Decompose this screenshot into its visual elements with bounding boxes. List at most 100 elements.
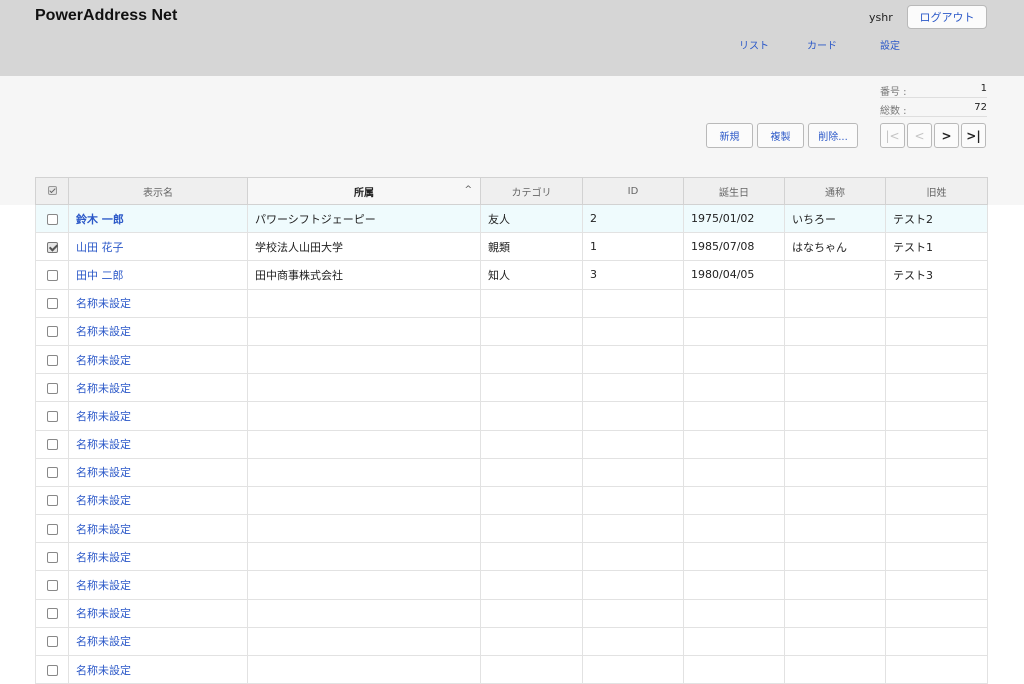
duplicate-button[interactable]: 複製 (757, 123, 804, 148)
column-header-former-surname[interactable]: 旧姓 (885, 177, 988, 205)
cell-former-surname (885, 514, 988, 544)
row-checkbox[interactable] (46, 213, 58, 225)
table-row[interactable]: 名称未設定 (35, 344, 988, 375)
row-checkbox[interactable] (46, 269, 58, 281)
cell-display-name: 名称未設定 (68, 344, 248, 375)
cell-nickname (784, 260, 886, 290)
row-checkbox[interactable] (46, 551, 58, 563)
table-row[interactable]: 名称未設定 (35, 429, 988, 459)
column-header-category[interactable]: カテゴリ (480, 177, 583, 205)
select-all-checkbox[interactable] (35, 177, 69, 205)
contact-name-link[interactable]: 名称未設定 (76, 494, 131, 507)
cell-birthday (683, 373, 785, 403)
contact-name-link[interactable]: 名称未設定 (76, 635, 131, 648)
table-row[interactable]: 名称未設定 (35, 542, 988, 572)
contact-name-link[interactable]: 名称未設定 (76, 410, 131, 423)
contact-name-link[interactable]: 名称未設定 (76, 523, 131, 536)
row-checkbox[interactable] (46, 326, 58, 338)
row-checkbox[interactable] (46, 410, 58, 422)
contact-name-link[interactable]: 名称未設定 (76, 607, 131, 620)
cell-birthday (683, 316, 785, 346)
prev-page-icon[interactable]: < (907, 123, 932, 148)
total-count-value: 72 (974, 102, 987, 113)
column-header-birthday[interactable]: 誕生日 (683, 177, 785, 205)
contact-name-link[interactable]: 名称未設定 (76, 438, 131, 451)
row-checkbox[interactable] (46, 608, 58, 620)
row-checkbox[interactable] (46, 382, 58, 394)
row-checkbox-cell (35, 232, 69, 262)
cell-former-surname (885, 373, 988, 403)
contact-name-link[interactable]: 名称未設定 (76, 466, 131, 479)
last-page-icon[interactable]: >| (961, 123, 986, 148)
row-checkbox-cell (35, 316, 69, 346)
table-row[interactable]: 名称未設定 (35, 485, 988, 516)
cell-former-surname (885, 429, 988, 459)
cell-nickname (784, 598, 886, 628)
first-page-icon[interactable]: |< (880, 123, 905, 148)
table-row[interactable]: 名称未設定 (35, 598, 988, 628)
nav-card-link[interactable]: カード (807, 37, 837, 52)
row-checkbox[interactable] (46, 354, 58, 366)
cell-category (480, 626, 583, 657)
nav-settings-link[interactable]: 設定 (880, 37, 900, 52)
row-checkbox[interactable] (46, 241, 58, 253)
row-checkbox[interactable] (46, 636, 58, 648)
app-title: PowerAddress Net (35, 7, 178, 24)
cell-affiliation (247, 570, 481, 600)
contact-name-link[interactable]: 名称未設定 (76, 664, 131, 677)
app-header: PowerAddress Net yshr ログアウト リスト カード 設定 (0, 0, 1024, 76)
cell-former-surname (885, 457, 988, 487)
cell-birthday (683, 654, 785, 684)
cell-id (582, 288, 684, 318)
column-header-affiliation[interactable]: 所属 ^ (247, 177, 481, 205)
table-row[interactable]: 鈴木 一郎 パワーシフトジェーピー 友人 2 1975/01/02 いちろー テスト2 (35, 203, 988, 234)
row-checkbox[interactable] (46, 439, 58, 451)
cell-affiliation: 田中商事株式会社 (247, 260, 481, 290)
row-checkbox-cell (35, 373, 69, 403)
table-row[interactable]: 名称未設定 (35, 401, 988, 431)
row-checkbox[interactable] (46, 495, 58, 507)
cell-id (582, 316, 684, 346)
table-row[interactable]: 名称未設定 (35, 570, 988, 600)
contact-name-link[interactable]: 名称未設定 (76, 325, 131, 338)
contact-name-link[interactable]: 山田 花子 (76, 241, 124, 254)
row-checkbox-cell (35, 288, 69, 318)
table-row[interactable]: 名称未設定 (35, 457, 988, 487)
logout-button[interactable]: ログアウト (907, 5, 987, 29)
contact-name-link[interactable]: 名称未設定 (76, 354, 131, 367)
table-row[interactable]: 名称未設定 (35, 316, 988, 346)
table-row[interactable]: 山田 花子 学校法人山田大学 親類 1 1985/07/08 はなちゃん テスト1 (35, 232, 988, 262)
nav-list-link[interactable]: リスト (739, 37, 769, 52)
cell-birthday (683, 288, 785, 318)
row-checkbox[interactable] (46, 467, 58, 479)
new-button[interactable]: 新規 (706, 123, 753, 148)
column-header-nickname[interactable]: 通称 (784, 177, 886, 205)
table-row[interactable]: 名称未設定 (35, 514, 988, 544)
table-row[interactable]: 名称未設定 (35, 373, 988, 403)
column-header-id[interactable]: ID (582, 177, 684, 205)
row-checkbox[interactable] (46, 523, 58, 535)
cell-display-name: 田中 二郎 (68, 260, 248, 290)
table-row[interactable]: 名称未設定 (35, 626, 988, 657)
cell-affiliation (247, 598, 481, 628)
cell-affiliation (247, 457, 481, 487)
table-row[interactable]: 名称未設定 (35, 654, 988, 684)
divider (880, 116, 987, 117)
contact-name-link[interactable]: 鈴木 一郎 (76, 213, 124, 226)
next-page-icon[interactable]: > (934, 123, 959, 148)
table-row[interactable]: 名称未設定 (35, 288, 988, 318)
row-checkbox[interactable] (46, 298, 58, 310)
cell-id: 3 (582, 260, 684, 290)
contact-name-link[interactable]: 名称未設定 (76, 579, 131, 592)
cell-former-surname (885, 316, 988, 346)
contact-name-link[interactable]: 田中 二郎 (76, 269, 124, 282)
column-header-display-name[interactable]: 表示名 (68, 177, 248, 205)
table-row[interactable]: 田中 二郎 田中商事株式会社 知人 3 1980/04/05 テスト3 (35, 260, 988, 290)
delete-button[interactable]: 削除... (808, 123, 858, 148)
row-checkbox[interactable] (46, 664, 58, 676)
row-checkbox[interactable] (46, 580, 58, 592)
cell-display-name: 名称未設定 (68, 626, 248, 657)
contact-name-link[interactable]: 名称未設定 (76, 382, 131, 395)
contact-name-link[interactable]: 名称未設定 (76, 551, 131, 564)
contact-name-link[interactable]: 名称未設定 (76, 297, 131, 310)
